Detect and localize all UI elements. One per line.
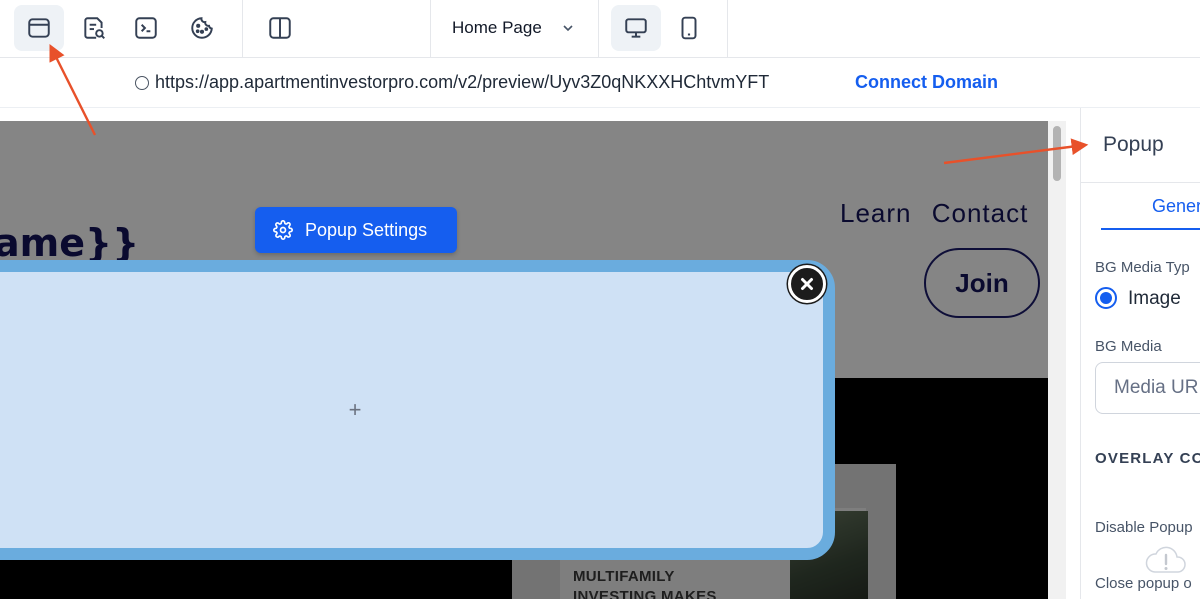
close-popup-label: Close popup o	[1095, 575, 1192, 592]
split-view-button[interactable]	[255, 5, 305, 51]
desktop-icon	[625, 18, 647, 38]
tab-active-indicator	[1101, 228, 1200, 230]
browser-window-icon	[28, 18, 50, 38]
seo-meta-button[interactable]	[69, 5, 119, 51]
media-url-input[interactable]: Media UR	[1095, 362, 1200, 414]
panel-title: Popup	[1103, 133, 1164, 156]
tab-general[interactable]: Gener	[1152, 196, 1200, 217]
split-view-icon	[269, 17, 291, 39]
custom-code-button[interactable]	[121, 5, 171, 51]
popup-settings-label: Popup Settings	[305, 219, 428, 240]
cookie-icon	[191, 17, 213, 39]
page-layout-button[interactable]	[14, 5, 64, 51]
toolbar-divider	[598, 0, 599, 58]
cloud-warning-icon	[1145, 546, 1186, 573]
preview-url-bar: https://app.apartmentinvestorpro.com/v2/…	[0, 58, 1200, 108]
toolbar-divider	[430, 0, 431, 58]
page-select-dropdown[interactable]: Home Page	[434, 10, 586, 46]
bg-media-label: BG Media	[1095, 338, 1162, 355]
mobile-view-button[interactable]	[664, 5, 714, 51]
popup-settings-panel: Popup Gener BG Media Typ Image BG Media …	[1080, 108, 1200, 599]
overlay-color-heading: OVERLAY CO	[1095, 450, 1200, 467]
panel-divider	[1081, 182, 1200, 183]
toolbar-divider	[727, 0, 728, 58]
popup-container[interactable]	[0, 260, 835, 560]
top-toolbar: Home Page	[0, 0, 1200, 58]
document-search-icon	[84, 17, 105, 39]
desktop-view-button[interactable]	[611, 5, 661, 51]
toolbar-divider	[242, 0, 243, 58]
canvas-scrollbar[interactable]	[1048, 121, 1066, 599]
preview-url-link[interactable]: https://app.apartmentinvestorpro.com/v2/…	[155, 72, 769, 93]
disable-popup-label: Disable Popup	[1095, 519, 1193, 536]
close-icon	[801, 278, 813, 290]
image-radio[interactable]	[1095, 287, 1117, 309]
radio-selected-dot	[1100, 292, 1112, 304]
popup-close-button[interactable]	[788, 265, 826, 303]
image-radio-label[interactable]: Image	[1128, 288, 1181, 310]
media-url-placeholder: Media UR	[1114, 377, 1199, 398]
editor-canvas: ame}} Learn Contact Join MULTIFAMILY INV…	[0, 108, 1080, 599]
gear-icon	[273, 220, 293, 240]
status-circle-icon	[135, 76, 149, 90]
page-select-value: Home Page	[452, 18, 542, 37]
chevron-down-icon	[563, 25, 573, 32]
connect-domain-link[interactable]: Connect Domain	[855, 72, 998, 93]
canvas-scrollbar-thumb[interactable]	[1053, 126, 1061, 181]
cookie-consent-button[interactable]	[177, 5, 227, 51]
terminal-icon	[135, 17, 157, 39]
popup-settings-button[interactable]: Popup Settings	[255, 207, 457, 253]
mobile-icon	[681, 16, 697, 40]
bg-media-type-label: BG Media Typ	[1095, 259, 1190, 276]
add-element-icon[interactable]: +	[346, 399, 364, 421]
